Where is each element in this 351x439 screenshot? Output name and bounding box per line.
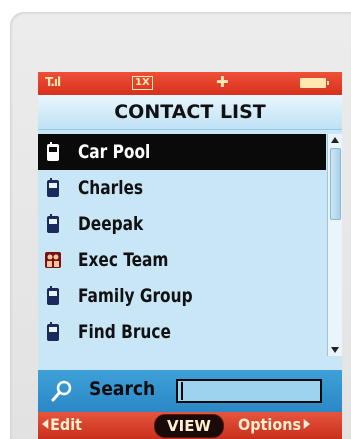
phone-icon: [42, 213, 64, 235]
phone-icon: [42, 321, 64, 343]
edit-softkey[interactable]: Edit: [42, 415, 82, 434]
network-1x-icon: 1X: [132, 76, 153, 90]
scroll-up-icon[interactable]: [331, 137, 339, 143]
contact-name: Find Bruce: [78, 321, 171, 343]
phone-screen: T.ıl 1X ✚ CONTACT LIST Car Pool Charles …: [38, 72, 342, 439]
search-icon: [50, 379, 74, 403]
search-input[interactable]: [176, 379, 322, 403]
status-bar: T.ıl 1X ✚: [38, 72, 342, 95]
contact-name: Car Pool: [78, 141, 151, 163]
signal-strength-icon: T.ıl: [45, 75, 61, 89]
scroll-thumb[interactable]: [330, 148, 341, 220]
list-item[interactable]: Charles: [38, 170, 326, 206]
text-cursor: [181, 382, 183, 400]
location-icon: ✚: [216, 73, 229, 91]
list-scrollbar[interactable]: [327, 134, 342, 356]
list-item[interactable]: Family Group: [38, 278, 326, 314]
options-softkey-label: Options: [238, 415, 302, 434]
list-item[interactable]: Find Bruce: [38, 314, 326, 350]
contact-name: Family Group: [78, 285, 193, 307]
battery-icon: [300, 78, 329, 88]
left-arrow-icon: [42, 419, 49, 429]
search-label: Search: [89, 378, 156, 400]
scroll-down-icon[interactable]: [331, 347, 339, 353]
view-button[interactable]: VIEW: [154, 414, 224, 438]
search-bar: Search: [38, 370, 342, 412]
edit-softkey-label: Edit: [50, 415, 83, 434]
softkey-bar: Edit VIEW Options: [38, 412, 342, 439]
contact-name: Exec Team: [78, 249, 169, 271]
phone-icon: [42, 177, 64, 199]
contact-name: Deepak: [78, 213, 144, 235]
contact-list: Car Pool Charles Deepak Exec Team Family…: [38, 134, 326, 356]
phone-icon: [42, 141, 64, 163]
list-item[interactable]: Deepak: [38, 206, 326, 242]
page-title: CONTACT LIST: [38, 95, 342, 130]
contact-name: Charles: [78, 177, 144, 199]
group-icon: [42, 249, 64, 271]
right-arrow-icon: [303, 419, 311, 429]
list-item[interactable]: Car Pool: [38, 134, 326, 170]
phone-icon: [42, 285, 64, 307]
list-item[interactable]: Exec Team: [38, 242, 326, 278]
options-softkey[interactable]: Options: [238, 415, 311, 434]
